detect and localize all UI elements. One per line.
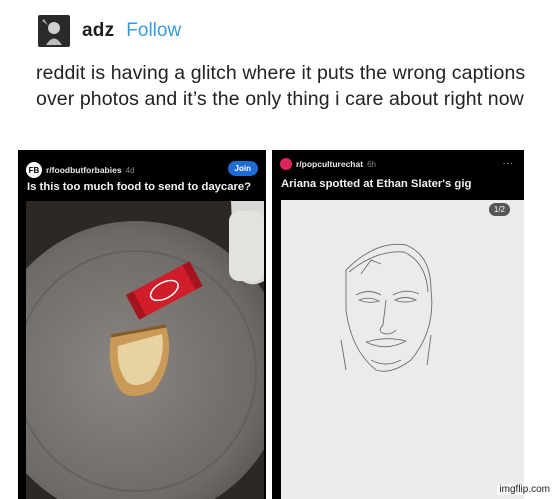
more-options-icon: ... [502,156,514,167]
subreddit-name: r/popculturechat [296,159,364,169]
follow-button[interactable]: Follow [126,20,181,42]
reddit-screenshot-left: FB r/foodbutforbabies 4d Join Is this to… [18,150,266,499]
image-pager: 1/2 [488,203,510,216]
subreddit-icon [280,158,292,170]
post-header: adz Follow [38,14,181,48]
subreddit-meta: r/popculturechat 6h [280,158,376,170]
subreddit-name: r/foodbutforbabies [46,165,122,175]
post-age: 6h [367,159,376,169]
avatar[interactable] [38,15,70,47]
subreddit-icon: FB [26,162,42,178]
food-photo [26,201,264,499]
post-caption: Ariana spotted at Ethan Slater's gig [281,178,472,190]
join-button: Join [227,161,258,176]
watermark: imgflip.com [497,484,552,495]
post-text: reddit is having a glitch where it puts … [36,62,526,110]
sketch-photo [281,200,524,499]
reddit-screenshot-right: r/popculturechat 6h ... Ariana spotted a… [272,150,524,499]
subreddit-meta: FB r/foodbutforbabies 4d [26,162,134,178]
username[interactable]: adz [82,20,114,42]
post-caption: Is this too much food to send to daycare… [27,181,252,193]
post-age: 4d [125,165,135,175]
